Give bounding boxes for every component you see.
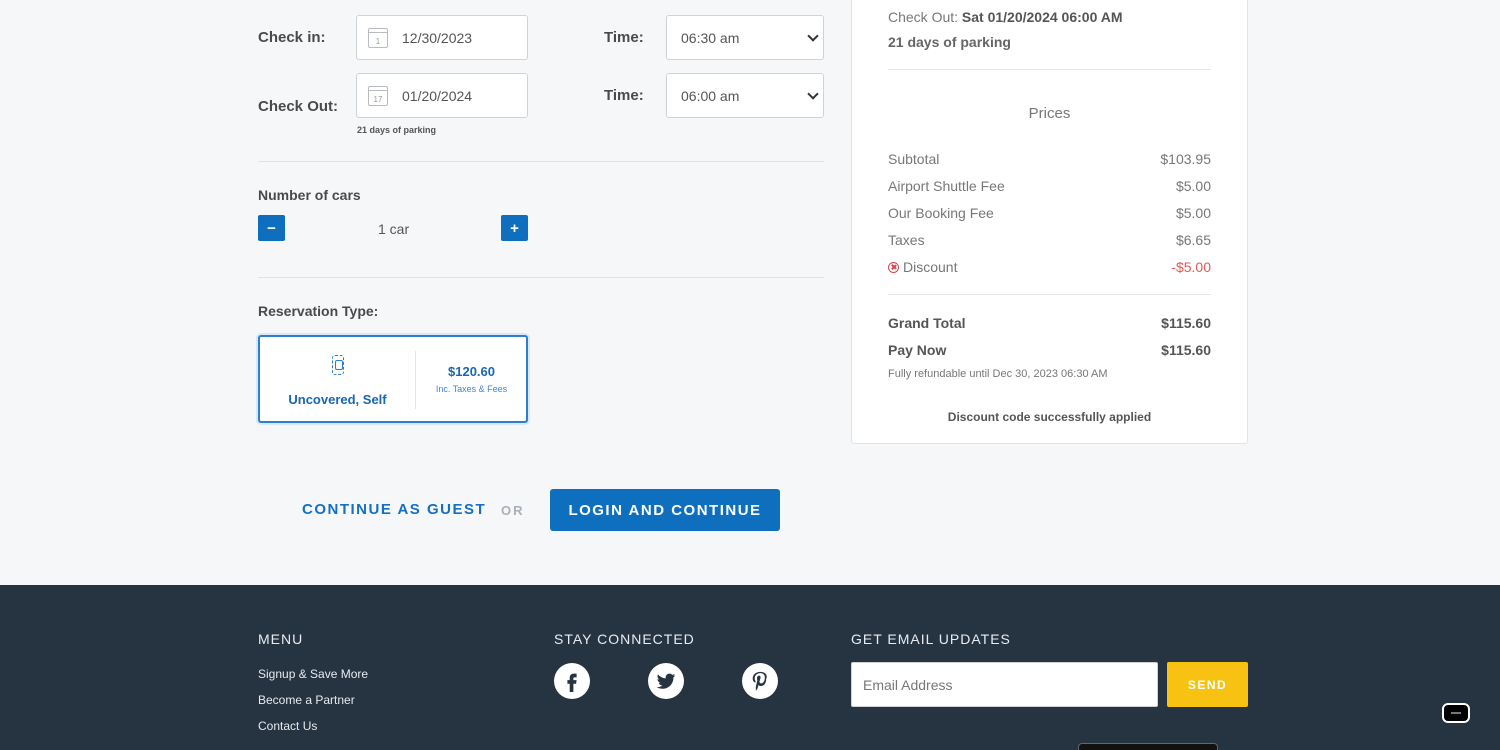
menu-title: MENU <box>258 631 304 647</box>
discount-remove-icon[interactable] <box>888 262 899 273</box>
price-line-taxes: Taxes $6.65 <box>888 232 1211 248</box>
summary-checkout-prefix: Check Out: <box>888 9 959 25</box>
price-line-subtotal: Subtotal $103.95 <box>888 151 1211 167</box>
price-line-shuttle-fee: Airport Shuttle Fee $5.00 <box>888 178 1211 194</box>
divider <box>888 69 1211 70</box>
checkin-date-field[interactable]: 1 12/30/2023 <box>356 15 528 60</box>
checkout-time-select[interactable]: 06:00 am <box>666 73 824 118</box>
refund-note: Fully refundable until Dec 30, 2023 06:3… <box>888 368 1108 380</box>
price-line-amount: -$5.00 <box>1171 259 1211 275</box>
car-icon <box>332 355 344 375</box>
email-input[interactable]: Email Address <box>851 662 1158 707</box>
grand-total-amount: $115.60 <box>1161 315 1211 331</box>
divider <box>258 277 824 278</box>
email-updates-title: GET EMAIL UPDATES <box>851 631 1011 647</box>
checkout-date-field[interactable]: 17 01/20/2024 <box>356 73 528 118</box>
car-count: 1 car <box>378 221 410 237</box>
pay-now-amount: $115.60 <box>1161 342 1211 358</box>
chat-icon[interactable] <box>1442 703 1470 723</box>
price-line-amount: $6.65 <box>1175 232 1211 248</box>
footer-link-signup[interactable]: Signup & Save More <box>258 667 368 681</box>
footer: MENU Signup & Save More Become a Partner… <box>0 585 1500 750</box>
grand-total: Grand Total $115.60 <box>888 315 1211 331</box>
pay-now-label: Pay Now <box>888 342 947 358</box>
checkin-time-value: 06:30 am <box>681 29 740 46</box>
price-line-label: Our Booking Fee <box>888 205 994 221</box>
social-title: STAY CONNECTED <box>554 631 695 647</box>
checkout-time-label: Time: <box>604 87 644 104</box>
reservation-type-label: Reservation Type: <box>258 303 379 319</box>
calendar-day: 17 <box>373 94 383 104</box>
login-and-continue-button[interactable]: LOGIN AND CONTINUE <box>550 489 780 531</box>
divider <box>888 294 1211 295</box>
price-line-label: Subtotal <box>888 151 940 167</box>
increase-cars-button[interactable]: + <box>501 215 528 241</box>
reservation-price: $120.60 <box>448 364 495 379</box>
chevron-down-icon <box>807 29 819 42</box>
footer-link-contact[interactable]: Contact Us <box>258 719 317 733</box>
badge-edge <box>1078 743 1218 750</box>
checkout-label: Check Out: <box>258 98 339 115</box>
send-button[interactable]: SEND <box>1167 662 1248 707</box>
checkin-time-label: Time: <box>604 29 644 46</box>
price-line-label: Taxes <box>888 232 925 248</box>
decrease-cars-button[interactable]: − <box>258 215 285 241</box>
or-separator: OR <box>501 503 525 518</box>
divider <box>258 161 824 162</box>
prices-title: Prices <box>1028 105 1071 122</box>
checkin-date-value: 12/30/2023 <box>402 29 473 46</box>
summary-checkout-value: Sat 01/20/2024 06:00 AM <box>961 9 1123 25</box>
reservation-option-uncovered-self[interactable]: Uncovered, Self $120.60 Inc. Taxes & Fee… <box>258 335 528 423</box>
order-summary: Check Out: Sat 01/20/2024 06:00 AM 21 da… <box>851 0 1248 444</box>
checkin-time-select[interactable]: 06:30 am <box>666 15 824 60</box>
checkout-date-value: 01/20/2024 <box>402 87 473 104</box>
checkin-label: Check in: <box>258 29 326 46</box>
pay-now: Pay Now $115.60 <box>888 342 1211 358</box>
reservation-type-name: Uncovered, Self <box>288 392 387 407</box>
calendar-icon: 1 <box>368 27 388 48</box>
calendar-icon: 17 <box>368 85 388 106</box>
twitter-icon[interactable] <box>648 663 684 699</box>
price-line-label: Airport Shuttle Fee <box>888 178 1005 194</box>
calendar-day: 1 <box>375 36 381 46</box>
continue-as-guest-button[interactable]: CONTINUE AS GUEST <box>302 501 486 518</box>
price-line-amount: $103.95 <box>1160 151 1211 167</box>
checkout-time-value: 06:00 am <box>681 87 740 104</box>
cars-label: Number of cars <box>258 187 361 203</box>
divider <box>415 351 416 409</box>
parking-days-note: 21 days of parking <box>357 125 437 135</box>
price-line-discount: Discount -$5.00 <box>888 259 1211 275</box>
reservation-price-note: Inc. Taxes & Fees <box>435 384 508 394</box>
discount-applied-message: Discount code successfully applied <box>947 410 1152 424</box>
price-line-booking-fee: Our Booking Fee $5.00 <box>888 205 1211 221</box>
price-line-amount: $5.00 <box>1175 205 1211 221</box>
price-line-label: Discount <box>903 259 958 275</box>
grand-total-label: Grand Total <box>888 315 966 331</box>
chevron-down-icon <box>807 87 819 100</box>
footer-link-partner[interactable]: Become a Partner <box>258 693 355 707</box>
facebook-icon[interactable] <box>554 663 590 699</box>
summary-days: 21 days of parking <box>888 34 1011 50</box>
summary-checkout: Check Out: Sat 01/20/2024 06:00 AM <box>888 9 1123 25</box>
price-line-amount: $5.00 <box>1175 178 1211 194</box>
pinterest-icon[interactable] <box>742 663 778 699</box>
